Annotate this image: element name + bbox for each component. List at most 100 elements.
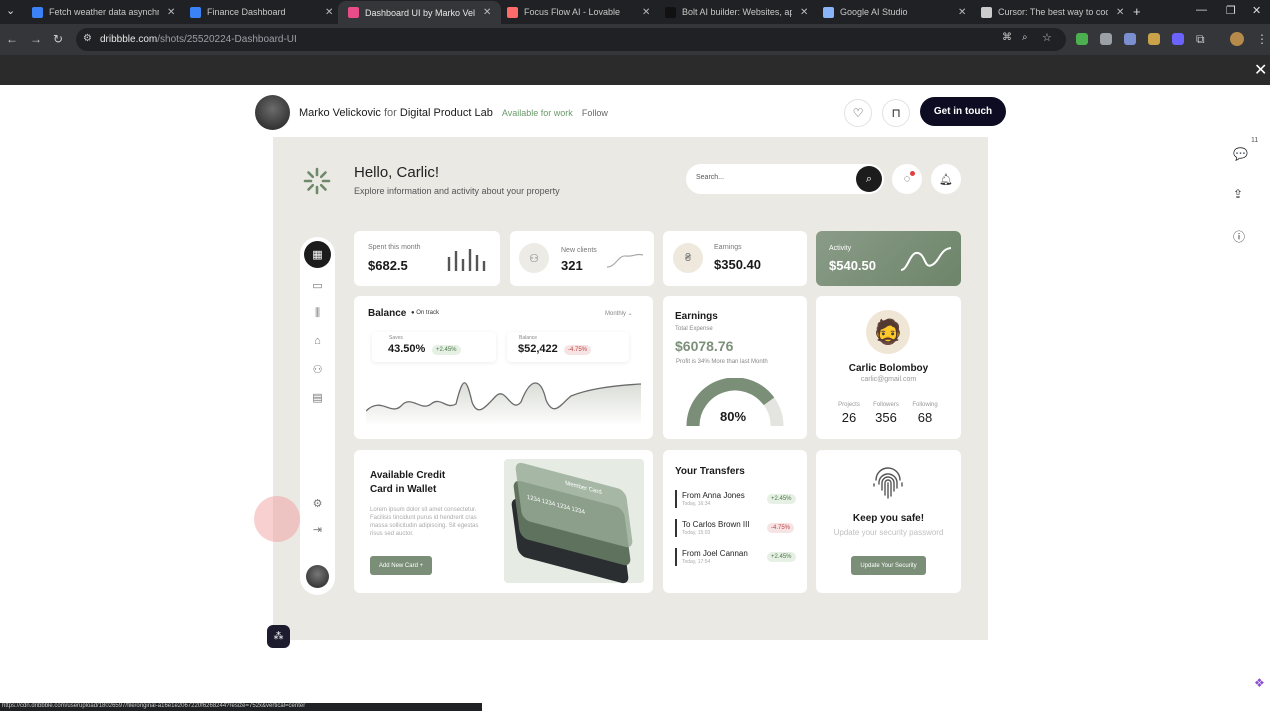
tab-title: Cursor: The best way to code [998, 7, 1108, 17]
search-icon[interactable]: ⌕ [856, 166, 882, 192]
home-icon[interactable]: ⌂ [300, 335, 335, 347]
fingerprint-icon [873, 467, 903, 499]
reload-icon[interactable]: ↻ [53, 32, 63, 46]
greeting-subtitle: Explore information and activity about y… [354, 186, 560, 196]
close-tab-icon[interactable]: ✕ [642, 7, 650, 18]
close-tab-icon[interactable]: ✕ [800, 7, 808, 18]
tab-search-icon[interactable]: ⌄ [6, 4, 15, 17]
logout-icon[interactable]: ⇥ [300, 523, 335, 536]
users-icon[interactable]: ⚇ [300, 363, 335, 376]
chat-icon: ◌ [903, 173, 911, 185]
browser-tab[interactable]: Cursor: The best way to code ✕ [971, 2, 1134, 22]
favicon-icon [665, 6, 676, 18]
follow-link[interactable]: Follow [582, 108, 608, 118]
translate-icon[interactable]: ⌘ [1002, 32, 1012, 43]
stat-card-clients[interactable]: ⚇ New clients 321 [510, 231, 654, 286]
like-button[interactable]: ♡ [844, 99, 872, 127]
transfer-date: Today, 16:34 [682, 501, 711, 507]
dashboard-grid-icon[interactable]: ▦ [304, 241, 331, 268]
bookmark-icon: ⊓ [891, 106, 901, 120]
info-icon[interactable]: ⓘ [1233, 228, 1245, 245]
avatar[interactable]: 🧔 [866, 310, 910, 354]
grid-icon: ⁂ [273, 631, 284, 642]
notifications-button[interactable]: 🔔︎ [931, 164, 961, 194]
wallet-icon[interactable]: ▭ [300, 279, 335, 292]
security-card: Keep you safe! Update your security pass… [816, 450, 961, 593]
back-icon[interactable]: ← [6, 32, 18, 46]
balance-stat: Balance $52,422 -4.75% [507, 332, 629, 362]
settings-gear-icon[interactable]: ⚙ [300, 497, 335, 510]
maximize-button[interactable]: ❐ [1226, 4, 1236, 17]
forward-icon[interactable]: → [30, 32, 42, 46]
transfer-change: +2.45% [767, 552, 796, 562]
bar-chart-icon[interactable]: ⫼ [300, 307, 335, 320]
dimmed-page-backdrop [0, 55, 1270, 85]
browser-tab[interactable]: Bolt AI builder: Websites, app ✕ [655, 2, 818, 22]
profile-avatar-icon[interactable] [1230, 32, 1244, 46]
extension-icon[interactable] [1100, 33, 1112, 45]
extension-icon[interactable] [1148, 33, 1160, 45]
cursor-highlight [254, 496, 300, 542]
status-badge: ● On track [411, 310, 439, 316]
transfer-name: To Carlos Brown III [682, 520, 750, 529]
share-icon[interactable]: ⇪ [1233, 187, 1243, 201]
browser-tab[interactable]: Fetch weather data asynchron ✕ [22, 2, 185, 22]
close-tab-icon[interactable]: ✕ [167, 7, 175, 18]
extension-icon[interactable] [1076, 33, 1088, 45]
browser-tab[interactable]: Focus Flow AI - Lovable ✕ [497, 2, 660, 22]
site-info-icon[interactable]: ⚙ [83, 33, 92, 44]
brand-logo-icon [303, 167, 331, 195]
browser-tab[interactable]: Google AI Studio ✕ [813, 2, 976, 22]
period-select[interactable]: Monthly ⌄ [605, 310, 633, 317]
comment-icon[interactable]: 💬 [1233, 147, 1248, 161]
team-name[interactable]: Digital Product Lab [400, 107, 493, 119]
stat-card-earnings[interactable]: ₴ Earnings $350.40 [663, 231, 807, 286]
get-in-touch-button[interactable]: Get in touch [920, 97, 1006, 126]
new-tab-button[interactable]: + [1133, 4, 1141, 19]
author-line: Marko Velickovic for Digital Product Lab… [299, 106, 608, 119]
stat-card-spent[interactable]: Spent this month $682.5 [354, 231, 500, 286]
transfer-date: Today, 17:54 [682, 559, 711, 565]
bookmark-star-icon[interactable]: ☆ [1042, 31, 1052, 44]
saves-stat: Saves 43.50% +2.45% [372, 332, 496, 362]
greeting-title: Hello, Carlic! [354, 164, 440, 181]
tab-title: Finance Dashboard [207, 7, 286, 17]
users-icon: ⚇ [519, 243, 549, 273]
transfer-marker [675, 519, 677, 537]
save-button[interactable]: ⊓ [882, 99, 910, 127]
author-name[interactable]: Marko Velickovic [299, 107, 381, 119]
favicon-icon [348, 7, 359, 18]
extensions-puzzle-icon[interactable]: ⧉ [1196, 32, 1205, 47]
minimize-button[interactable]: — [1196, 4, 1207, 16]
browser-tab[interactable]: Finance Dashboard ✕ [180, 2, 343, 22]
earnings-card: Earnings Total Expense $6078.76 Profit i… [663, 296, 807, 439]
availability-badge: Available for work [501, 107, 573, 118]
browser-tab[interactable]: Dashboard UI by Marko Velick ✕ [338, 1, 502, 24]
extension-icon[interactable] [1124, 33, 1136, 45]
sparkline-icon [606, 253, 644, 268]
close-tab-icon[interactable]: ✕ [483, 7, 491, 18]
close-modal-icon[interactable]: ✕ [1254, 60, 1267, 80]
extension-icon[interactable] [1172, 33, 1184, 45]
stat-card-activity[interactable]: Activity $540.50 [816, 231, 961, 286]
menu-kebab-icon[interactable]: ⋮ [1256, 32, 1268, 46]
close-tab-icon[interactable]: ✕ [958, 7, 966, 18]
transfer-name: From Anna Jones [682, 491, 745, 500]
help-button[interactable]: ⁂ [267, 625, 290, 648]
url-bar[interactable]: ⚙ dribbble.com/shots/25520224-Dashboard-… [76, 28, 1066, 51]
ai-assistant-icon[interactable]: ❖ [1254, 676, 1265, 690]
add-new-card-button[interactable]: Add New Card + [370, 556, 432, 575]
search-input[interactable]: Search... ⌕ [686, 164, 884, 194]
shot-image: Hello, Carlic! Explore information and a… [273, 137, 988, 640]
messages-button[interactable]: ◌ [892, 164, 922, 194]
avatar[interactable] [306, 565, 329, 588]
close-tab-icon[interactable]: ✕ [1116, 7, 1124, 18]
avatar[interactable] [255, 95, 290, 130]
update-security-button[interactable]: Update Your Security [851, 556, 926, 575]
close-tab-icon[interactable]: ✕ [325, 7, 333, 18]
close-window-button[interactable]: ✕ [1252, 4, 1261, 17]
zoom-icon[interactable]: ⌕ [1022, 32, 1028, 43]
calendar-icon[interactable]: ▤ [300, 391, 335, 404]
credit-card-panel: Available Credit Card in Wallet Lorem ip… [354, 450, 653, 593]
favicon-icon [190, 6, 201, 18]
